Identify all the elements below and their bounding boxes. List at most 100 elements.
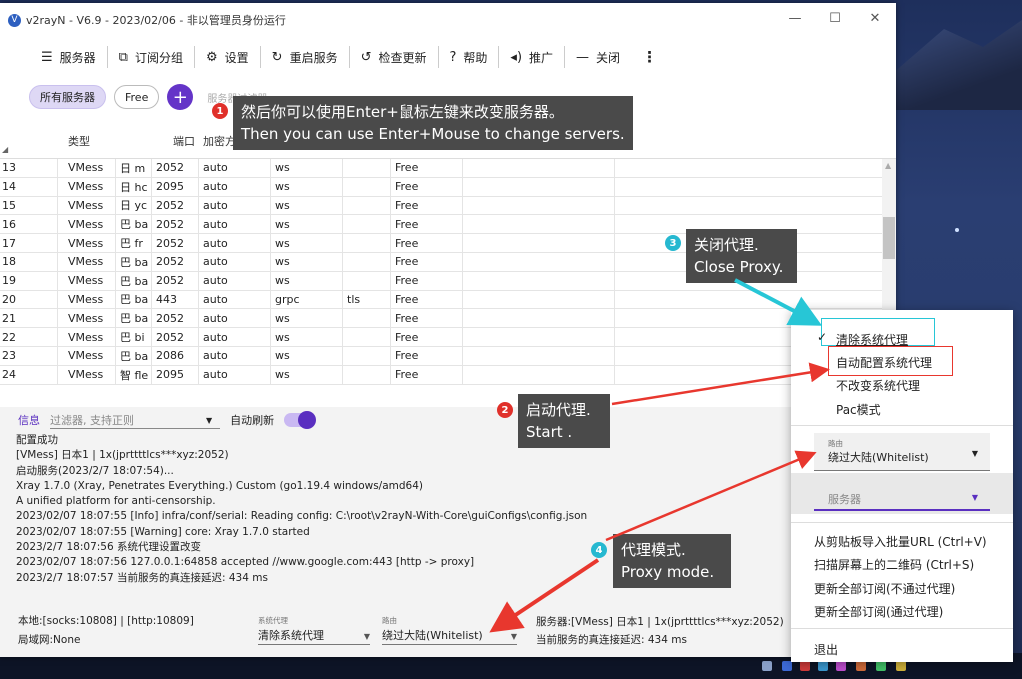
tray-app-icon[interactable] bbox=[856, 661, 866, 671]
cell-network: ws bbox=[271, 196, 343, 215]
status-bar: 本地:[socks:10808] | [http:10809] 局域网:None… bbox=[0, 603, 896, 657]
table-row[interactable]: 20 VMess 巴 ba 443 auto grpc tls Free bbox=[0, 290, 896, 310]
cell-subscription: Free bbox=[391, 252, 463, 271]
system-proxy-value: 清除系统代理 bbox=[258, 629, 324, 642]
table-row[interactable]: 15 VMess 日 yc 2052 auto ws Free bbox=[0, 196, 896, 216]
table-row[interactable]: 23 VMess 巴 ba 2086 auto ws Free bbox=[0, 346, 896, 366]
cell-index: 24 bbox=[0, 365, 58, 384]
auto-refresh-label: 自动刷新 bbox=[230, 414, 275, 427]
check-update-button[interactable]: ↺ 检查更新 bbox=[350, 42, 438, 72]
cell-index: 14 bbox=[0, 177, 58, 196]
table-row[interactable]: 24 VMess 智 fle 2095 auto ws Free bbox=[0, 365, 896, 385]
tray-v2ray-icon[interactable] bbox=[782, 661, 792, 671]
minimize-button[interactable]: — bbox=[780, 11, 810, 26]
menu-pac-mode[interactable]: Pac模式 bbox=[836, 401, 881, 418]
log-line: A unified platform for anti-censorship. bbox=[16, 495, 216, 508]
cell-tls bbox=[343, 328, 391, 346]
table-row[interactable]: 21 VMess 巴 ba 2052 auto ws Free bbox=[0, 309, 896, 329]
cell-tls bbox=[343, 346, 391, 365]
cell-type: VMess bbox=[58, 234, 116, 252]
maximize-button[interactable]: ☐ bbox=[820, 11, 850, 26]
tray-app-icon[interactable] bbox=[818, 661, 828, 671]
server-icon: ☰ bbox=[41, 49, 53, 65]
close-window-button[interactable]: ✕ bbox=[860, 11, 890, 26]
delay-text: 当前服务的真连接延迟: 434 ms bbox=[536, 634, 687, 646]
cell-subscription: Free bbox=[391, 177, 463, 196]
tray-app-icon[interactable] bbox=[836, 661, 846, 671]
header-type[interactable]: 类型 bbox=[58, 123, 116, 158]
header-port[interactable]: 端口 bbox=[152, 123, 199, 158]
add-group-button[interactable]: + bbox=[167, 84, 194, 110]
settings-button[interactable]: ⚙ 设置 bbox=[195, 42, 260, 72]
system-proxy-select[interactable]: 系统代理 清除系统代理 ▼ bbox=[258, 615, 370, 645]
chevron-down-icon[interactable]: ▼ bbox=[206, 416, 212, 425]
cell-port: 2052 bbox=[152, 252, 199, 271]
restart-service-button[interactable]: ↻ 重启服务 bbox=[261, 42, 349, 72]
cell-subscription: Free bbox=[391, 196, 463, 215]
cell-subscription: Free bbox=[391, 309, 463, 328]
tray-routing-select[interactable]: 路由 绕过大陆(Whitelist) ▼ bbox=[814, 433, 990, 471]
cell-port: 2095 bbox=[152, 365, 199, 384]
cell-extra bbox=[463, 159, 615, 177]
cell-port: 2052 bbox=[152, 328, 199, 346]
tray-app-icon[interactable] bbox=[876, 661, 886, 671]
log-panel: 信息 过滤器, 支持正则 ▼ 自动刷新 配置成功 [VMess] 日本1 | 1x… bbox=[0, 407, 896, 603]
cell-subscription: Free bbox=[391, 328, 463, 346]
servers-menu-button[interactable]: ☰ 服务器 bbox=[30, 42, 107, 72]
close-app-button[interactable]: — 关闭 bbox=[565, 42, 631, 72]
header-remarks[interactable] bbox=[116, 123, 152, 158]
tray-server-field: 服务器 ▼ bbox=[814, 479, 990, 511]
cell-tls bbox=[343, 252, 391, 271]
cell-index: 21 bbox=[0, 309, 58, 328]
promote-button[interactable]: ◂) 推广 bbox=[499, 42, 564, 72]
cell-tls bbox=[343, 234, 391, 252]
cell-tls bbox=[343, 271, 391, 290]
scroll-up-icon[interactable]: ▲ bbox=[885, 161, 891, 170]
menu-exit[interactable]: 退出 bbox=[814, 641, 838, 658]
menu-scan-qrcode[interactable]: 扫描屏幕上的二维码 (Ctrl+S) bbox=[814, 556, 974, 573]
promote-icon: ◂) bbox=[510, 49, 523, 65]
menu-auto-configure-proxy[interactable]: 自动配置系统代理 bbox=[836, 354, 932, 371]
callout-1-zh: 然后你可以使用Enter+鼠标左键来改变服务器。 bbox=[241, 103, 564, 121]
menu-keep-proxy[interactable]: 不改变系统代理 bbox=[836, 377, 920, 394]
sort-indicator[interactable]: ◢ bbox=[0, 123, 58, 158]
table-row[interactable]: 22 VMess 巴 bi 2052 auto ws Free bbox=[0, 328, 896, 347]
cell-type: VMess bbox=[58, 215, 116, 234]
settings-icon: ⚙ bbox=[205, 49, 218, 65]
cell-security: auto bbox=[199, 234, 271, 252]
log-tab-info[interactable]: 信息 bbox=[18, 412, 40, 428]
cell-extra bbox=[463, 252, 615, 271]
chip-all-servers[interactable]: 所有服务器 bbox=[29, 85, 106, 109]
cell-remarks: 巴 ba bbox=[116, 271, 152, 290]
auto-refresh-toggle[interactable] bbox=[284, 411, 317, 429]
cell-type: VMess bbox=[58, 290, 116, 309]
tray-chevron-icon[interactable] bbox=[762, 661, 772, 671]
update-label: 检查更新 bbox=[378, 50, 427, 65]
cell-security: auto bbox=[199, 196, 271, 215]
menu-update-subs-direct[interactable]: 更新全部订阅(不通过代理) bbox=[814, 580, 955, 597]
tray-server-select[interactable]: 服务器 ▼ bbox=[791, 473, 1013, 514]
subscription-group-button[interactable]: ⧉ 订阅分组 bbox=[108, 42, 194, 72]
tray-app-icon[interactable] bbox=[896, 661, 906, 671]
scrollbar-thumb[interactable] bbox=[883, 217, 895, 259]
menu-divider bbox=[791, 522, 1013, 523]
log-filter-input[interactable]: 过滤器, 支持正则 bbox=[50, 412, 220, 429]
cell-extra bbox=[463, 271, 615, 290]
cell-index: 17 bbox=[0, 234, 58, 252]
cell-security: auto bbox=[199, 346, 271, 365]
callout-start-proxy: 启动代理. Start . bbox=[518, 394, 610, 448]
menu-import-clipboard[interactable]: 从剪贴板导入批量URL (Ctrl+V) bbox=[814, 533, 987, 550]
cell-network: ws bbox=[271, 177, 343, 196]
table-row[interactable]: 14 VMess 日 hc 2095 auto ws Free bbox=[0, 177, 896, 197]
chip-free[interactable]: Free bbox=[114, 85, 160, 109]
tray-app-icon[interactable] bbox=[800, 661, 810, 671]
menu-update-subs-proxy[interactable]: 更新全部订阅(通过代理) bbox=[814, 603, 943, 620]
table-row[interactable]: 13 VMess 日 m 2052 auto ws Free bbox=[0, 159, 896, 178]
cell-port: 2086 bbox=[152, 346, 199, 365]
help-button[interactable]: ? 帮助 bbox=[439, 42, 499, 72]
more-options-button[interactable]: ⋮ bbox=[631, 42, 668, 72]
routing-select[interactable]: 路由 绕过大陆(Whitelist) ▼ bbox=[382, 615, 517, 645]
window-title: v2rayN - V6.9 - 2023/02/06 - 非以管理员身份运行 bbox=[26, 14, 286, 27]
cell-extra bbox=[463, 234, 615, 252]
cell-type: VMess bbox=[58, 328, 116, 346]
